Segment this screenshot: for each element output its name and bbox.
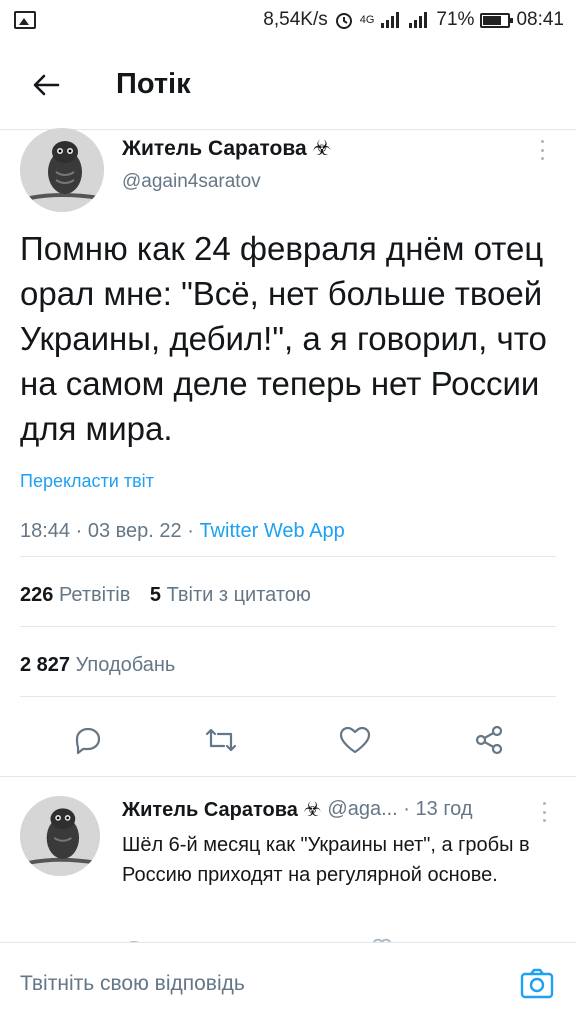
owl-avatar-image: [20, 796, 100, 876]
author-name[interactable]: Житель Саратова ☣: [122, 136, 331, 161]
tweet-date: 03 вер. 22: [87, 520, 182, 542]
divider: [20, 556, 556, 557]
more-options-button[interactable]: [536, 136, 548, 164]
tweet-meta: 18:44 · 03 вер. 22 · Twitter Web App: [20, 520, 556, 546]
retweet-stats: 226 Ретвітів 5 Твіти з цитатою: [20, 584, 311, 607]
meta-separator: ·: [187, 520, 200, 542]
reply-button[interactable]: [65, 718, 109, 762]
main-tweet: Житель Саратова ☣ @again4saratov Помню к…: [20, 128, 556, 546]
reply-compose-bar: Твітніть свою відповідь: [0, 942, 576, 1024]
tweet-author-row: Житель Саратова ☣ @again4saratov: [20, 128, 556, 212]
more-vert-icon: [542, 802, 546, 805]
share-icon: [475, 725, 503, 755]
likes-count: 2 827: [20, 654, 71, 676]
battery-icon: [480, 12, 514, 28]
camera-button[interactable]: [518, 965, 556, 1003]
reply-body: Житель Саратова ☣ @aga... · 13 год Шёл 6…: [122, 796, 552, 890]
clock: 08:41: [516, 9, 564, 30]
back-button[interactable]: [16, 55, 76, 115]
reply-more-options-button[interactable]: [538, 798, 550, 826]
reply-time: 13 год: [415, 797, 473, 820]
avatar[interactable]: [20, 128, 104, 212]
reply-header: Житель Саратова ☣ @aga... · 13 год: [122, 796, 552, 822]
retweets-label: Ретвітів: [58, 584, 131, 606]
reply-author-name[interactable]: Житель Саратова ☣: [122, 797, 321, 822]
translate-tweet-link[interactable]: Перекласти твіт: [20, 471, 556, 492]
retweet-button[interactable]: [199, 718, 243, 762]
reply-text: Шёл 6-й месяц как "Украины нет", а гробы…: [122, 834, 530, 886]
tweet-text: Помню как 24 февраля днём отец орал мне:…: [20, 230, 547, 447]
gallery-notification-icon: [14, 11, 36, 29]
quotes-count: 5: [149, 584, 162, 606]
retweet-icon: [205, 728, 237, 752]
tweet-actions: [20, 718, 556, 762]
reply-tweet[interactable]: Житель Саратова ☣ @aga... · 13 год Шёл 6…: [20, 796, 556, 886]
tweet-source-app[interactable]: Twitter Web App: [199, 520, 344, 542]
battery-percent: 71%: [436, 9, 475, 30]
status-bar: 8,54K/s 4G 71% 08:41: [0, 0, 576, 40]
signal-icon: [381, 12, 400, 28]
back-arrow-icon: [33, 74, 60, 95]
like-button[interactable]: [333, 718, 377, 762]
signal-icon-2: [409, 12, 428, 28]
author-info: Житель Саратова ☣ @again4saratov: [122, 136, 331, 212]
page-title: Потік: [116, 68, 191, 100]
divider: [20, 626, 556, 627]
retweets-count: 226: [20, 584, 54, 606]
top-app-bar: Потік: [0, 40, 576, 130]
author-handle[interactable]: @again4saratov: [122, 171, 331, 193]
divider: [20, 696, 556, 697]
quotes-link[interactable]: 5 Твіти з цитатою: [150, 584, 311, 606]
retweets-link[interactable]: 226 Ретвітів: [20, 584, 130, 606]
reply-avatar[interactable]: [20, 796, 100, 876]
meta-separator: ·: [397, 797, 416, 820]
owl-avatar-image: [20, 128, 104, 212]
likes-label: Уподобань: [75, 654, 176, 676]
section-divider: [0, 776, 576, 777]
reply-input[interactable]: Твітніть свою відповідь: [20, 972, 518, 996]
share-button[interactable]: [467, 718, 511, 762]
like-stats[interactable]: 2 827 Уподобань: [20, 654, 175, 677]
alarm-icon: [335, 13, 352, 29]
like-icon: [339, 726, 371, 754]
tweet-time: 18:44: [20, 520, 71, 542]
reply-icon: [75, 727, 101, 755]
meta-separator: ·: [75, 520, 88, 542]
more-vert-icon: [540, 140, 544, 143]
camera-icon: [520, 968, 554, 998]
quotes-label: Твіти з цитатою: [166, 584, 311, 606]
network-type: 4G: [359, 14, 375, 26]
network-speed: 8,54K/s: [263, 9, 328, 30]
reply-author-handle[interactable]: @aga...: [327, 798, 397, 821]
